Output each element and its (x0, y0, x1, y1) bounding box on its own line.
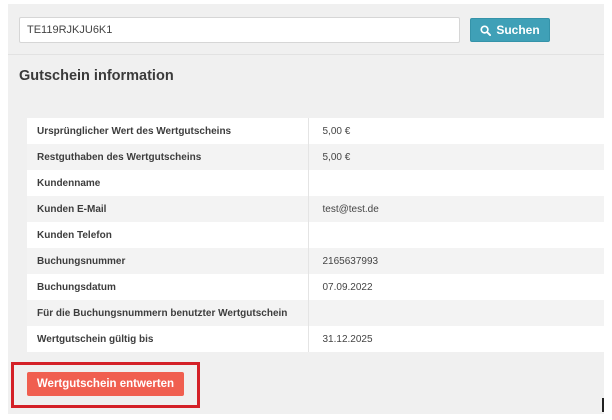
row-value: 5,00 € (308, 118, 604, 144)
row-value (308, 300, 604, 326)
row-label: Buchungsdatum (27, 274, 309, 300)
search-icon (480, 24, 492, 36)
row-value: 31.12.2025 (308, 326, 604, 352)
section-title: Gutschein information (19, 68, 174, 84)
row-label: Kundenname (27, 170, 309, 196)
text-cursor (602, 398, 604, 412)
row-value (308, 222, 604, 248)
search-button[interactable]: Suchen (470, 18, 550, 42)
search-button-label: Suchen (496, 23, 540, 37)
row-label: Wertgutschein gültig bis (27, 326, 309, 352)
voucher-code-input[interactable] (19, 17, 460, 43)
table-row: Buchungsdatum 07.09.2022 (27, 274, 604, 300)
row-label: Für die Buchungsnummern benutzter Wertgu… (27, 300, 309, 326)
row-value: 5,00 € (308, 144, 604, 170)
voucher-info-table: Ursprünglicher Wert des Wertgutscheins 5… (27, 118, 604, 352)
row-value: 2165637993 (308, 248, 604, 274)
table-row: Restguthaben des Wertgutscheins 5,00 € (27, 144, 604, 170)
table-row: Kunden Telefon (27, 222, 604, 248)
redeem-voucher-button[interactable]: Wertgutschein entwerten (27, 372, 184, 396)
row-label: Kunden Telefon (27, 222, 309, 248)
table-row: Wertgutschein gültig bis 31.12.2025 (27, 326, 604, 352)
table-row: Buchungsnummer 2165637993 (27, 248, 604, 274)
row-value: 07.09.2022 (308, 274, 604, 300)
row-label: Buchungsnummer (27, 248, 309, 274)
table-row: Für die Buchungsnummern benutzter Wertgu… (27, 300, 604, 326)
row-label: Ursprünglicher Wert des Wertgutscheins (27, 118, 309, 144)
row-value: test@test.de (308, 196, 604, 222)
row-label: Kunden E-Mail (27, 196, 309, 222)
table-row: Kunden E-Mail test@test.de (27, 196, 604, 222)
header-divider (8, 54, 604, 55)
table-row: Ursprünglicher Wert des Wertgutscheins 5… (27, 118, 604, 144)
row-label: Restguthaben des Wertgutscheins (27, 144, 309, 170)
table-row: Kundenname (27, 170, 604, 196)
row-value (308, 170, 604, 196)
